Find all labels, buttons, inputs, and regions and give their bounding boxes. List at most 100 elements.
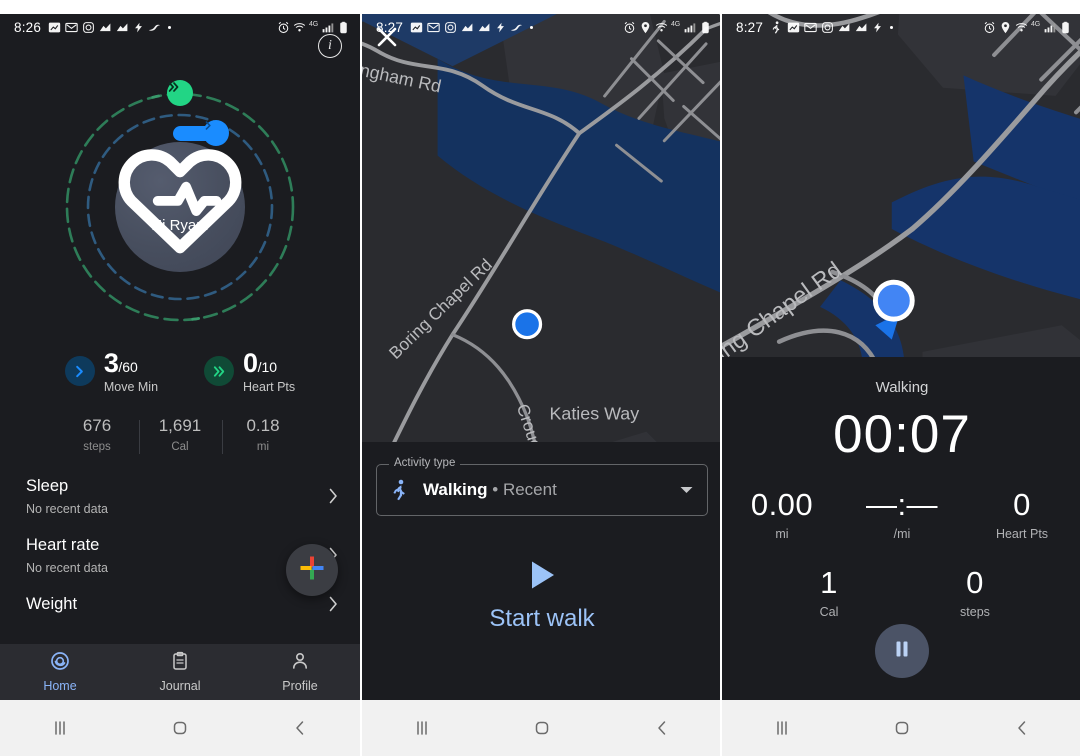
phone-screen-start-walk: Rockingham Rd Boring Chapel Rd Crouch Rd… bbox=[360, 0, 720, 756]
pause-icon bbox=[893, 640, 911, 663]
activity-suffix: Recent bbox=[502, 480, 557, 499]
walk-stats-sheet: Walking 00:07 0.00 mi —:— /mi 0 Heart Pt… bbox=[722, 357, 1080, 700]
home-icon[interactable] bbox=[482, 718, 602, 738]
stat-heart-pts: 0 Heart Pts bbox=[962, 487, 1080, 541]
chart-icon bbox=[116, 21, 129, 34]
chevron-right-icon[interactable] bbox=[203, 120, 229, 146]
dot-icon bbox=[890, 25, 894, 29]
inv-icon bbox=[787, 21, 800, 34]
stat-value: 0 bbox=[966, 565, 984, 600]
list-item-subtitle: No recent data bbox=[26, 560, 108, 575]
nav-label: Home bbox=[43, 679, 77, 693]
flash-icon bbox=[872, 22, 883, 33]
home-icon[interactable] bbox=[842, 718, 962, 738]
status-time: 8:26 bbox=[14, 19, 42, 35]
recents-icon[interactable] bbox=[362, 718, 482, 738]
nav-item-profile[interactable]: Profile bbox=[240, 651, 360, 693]
activity-title: Walking bbox=[875, 379, 929, 396]
android-nav-bar bbox=[722, 700, 1080, 756]
stat-label: steps bbox=[960, 605, 990, 619]
nav-label: Profile bbox=[282, 679, 318, 693]
signal-icon bbox=[321, 21, 334, 34]
gmail-icon bbox=[65, 21, 78, 34]
google-plus-icon bbox=[299, 555, 325, 586]
recents-icon[interactable] bbox=[0, 718, 120, 738]
fit-home-screen: 8:26 4G i Hi Ryan! 3/60 Move Min 0/10 He… bbox=[0, 14, 360, 700]
back-icon[interactable] bbox=[240, 718, 360, 738]
goal-label: Heart Pts bbox=[243, 380, 296, 394]
chevron-right-icon bbox=[329, 488, 338, 504]
play-icon bbox=[525, 558, 559, 597]
elapsed-timer: 00:07 bbox=[833, 405, 971, 464]
stat-label: Heart Pts bbox=[995, 527, 1049, 541]
greeting-circle[interactable]: Hi Ryan! bbox=[115, 142, 245, 272]
list-item-title: Sleep bbox=[26, 476, 69, 495]
chart-icon bbox=[478, 21, 491, 34]
map-label: Katies Way bbox=[549, 404, 639, 424]
nav-item-home[interactable]: Home bbox=[0, 651, 120, 693]
flash-icon bbox=[495, 22, 506, 33]
goal-target: /60 bbox=[118, 359, 138, 375]
metric-label: Cal bbox=[171, 440, 189, 453]
metric-steps: 676 steps bbox=[56, 416, 139, 453]
metric-label: steps bbox=[83, 440, 111, 453]
screenshot-row: 8:26 4G i Hi Ryan! 3/60 Move Min 0/10 He… bbox=[0, 0, 1080, 756]
swoosh-icon bbox=[148, 21, 161, 34]
recents-icon[interactable] bbox=[722, 718, 842, 738]
list-item-sleep[interactable]: Sleep No recent data bbox=[0, 467, 360, 526]
goal-label: Move Min bbox=[103, 380, 159, 394]
chevron-right-icon bbox=[329, 596, 338, 612]
wifi-icon bbox=[293, 21, 306, 34]
stat-pace: —:— /mi bbox=[842, 487, 962, 541]
android-nav-bar bbox=[0, 700, 360, 756]
back-icon[interactable] bbox=[962, 718, 1080, 738]
chevron-down-icon[interactable] bbox=[680, 481, 693, 499]
pause-button[interactable] bbox=[875, 624, 929, 678]
gmail-icon bbox=[427, 21, 440, 34]
list-item-title: Weight bbox=[26, 594, 78, 613]
activity-name: Walking bbox=[423, 480, 488, 499]
activity-type-select[interactable]: Activity type Walking • Recent bbox=[376, 457, 708, 516]
stat-steps: 0 steps bbox=[902, 565, 1048, 619]
stats-row-primary: 0.00 mi —:— /mi 0 Heart Pts bbox=[722, 487, 1080, 541]
home-icon[interactable] bbox=[120, 718, 240, 738]
phone-screen-walk-in-progress: Boring Chapel Rd Crouch Rd Katies Way 8:… bbox=[720, 0, 1080, 756]
battery-icon bbox=[699, 21, 712, 34]
status-bar: 8:27 4G bbox=[722, 14, 1080, 40]
chart-icon bbox=[838, 21, 851, 34]
stat-cal: 1 Cal bbox=[756, 565, 902, 619]
metric-label: mi bbox=[256, 440, 270, 453]
4g-icon: 4G bbox=[309, 20, 318, 28]
dot-icon bbox=[530, 25, 534, 29]
battery-icon bbox=[1059, 21, 1072, 34]
status-bar: 8:27 4G bbox=[362, 14, 720, 40]
status-time: 8:27 bbox=[376, 19, 404, 35]
top-gap bbox=[722, 0, 1080, 14]
signal-icon bbox=[683, 21, 696, 34]
goal-heart-pts[interactable]: 0/10 Heart Pts bbox=[204, 350, 295, 394]
alarm-icon bbox=[983, 21, 996, 34]
nav-item-journal[interactable]: Journal bbox=[120, 651, 240, 693]
list-item-subtitle: No recent data bbox=[26, 501, 108, 516]
activity-type-value: Walking • Recent bbox=[423, 480, 557, 500]
instagram-icon bbox=[82, 21, 95, 34]
start-walk-button[interactable]: Start walk bbox=[362, 558, 720, 633]
stat-value: 0.00 bbox=[750, 487, 814, 522]
goal-move-min[interactable]: 3/60 Move Min bbox=[64, 350, 159, 394]
stat-value: 1 bbox=[820, 565, 838, 600]
current-location-dot bbox=[872, 279, 915, 322]
walking-person-icon bbox=[391, 479, 409, 501]
status-bar: 8:26 4G bbox=[0, 14, 360, 40]
chart-icon bbox=[855, 21, 868, 34]
swoosh-icon bbox=[510, 21, 523, 34]
dot-icon bbox=[168, 25, 172, 29]
add-data-button[interactable] bbox=[286, 544, 338, 596]
alarm-icon bbox=[623, 21, 636, 34]
instagram-icon bbox=[444, 21, 457, 34]
location-pin-icon bbox=[999, 21, 1012, 34]
gmail-icon bbox=[804, 21, 817, 34]
double-chevron-icon[interactable] bbox=[167, 80, 193, 106]
4g-icon: 4G bbox=[1031, 20, 1040, 28]
back-icon[interactable] bbox=[602, 718, 720, 738]
flash-icon bbox=[133, 22, 144, 33]
